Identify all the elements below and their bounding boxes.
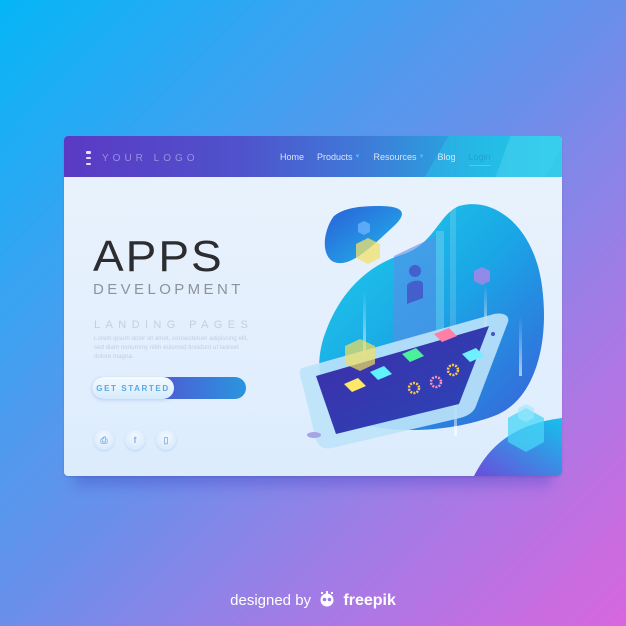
app-tiles — [344, 328, 484, 392]
get-started-button[interactable]: GET STARTED — [92, 377, 174, 399]
cube-pink — [474, 267, 490, 285]
hero-title: APPS — [93, 231, 224, 281]
decor-blob-main — [319, 204, 544, 431]
light-beams — [363, 206, 522, 436]
chevron-down-icon: ▼ — [354, 154, 361, 160]
landing-page-card: YOUR LOGO Home Products ▼ Resources ▼ Blog… — [64, 136, 562, 476]
cube-yellow — [356, 238, 380, 264]
cube-cyan — [508, 408, 544, 452]
app-illustration — [299, 204, 562, 476]
gear-icon — [407, 381, 421, 395]
inbox-icon[interactable]: ⎙ — [94, 430, 114, 450]
credit-prefix: designed by — [230, 592, 312, 609]
nav-item-blog[interactable]: Blog — [437, 152, 455, 162]
hero-body-text: Lorem ipsum dolor sit amet, consectetuer… — [94, 335, 249, 360]
credit-brand[interactable]: freepik — [343, 592, 395, 609]
app-tile — [462, 348, 484, 362]
nav-item-label: Blog — [437, 152, 456, 162]
user-profile-card — [394, 231, 444, 356]
cube-yellow — [345, 339, 375, 371]
nav-menu: Home Products ▼ Resources ▼ Blog Login — [280, 152, 504, 166]
phone-icon[interactable]: ▯ — [156, 430, 176, 450]
hero-tagline: LANDING PAGES — [94, 319, 254, 331]
cube-blue — [358, 221, 370, 235]
facebook-icon[interactable]: f — [125, 430, 145, 450]
gear-icon — [429, 375, 443, 389]
nav-item-label: Resources — [373, 152, 417, 162]
isometric-phone — [299, 313, 509, 449]
floating-cubes — [345, 221, 544, 452]
nav-item-label: Products — [317, 152, 353, 162]
chevron-down-icon: ▼ — [418, 154, 425, 160]
gear-icon — [446, 363, 460, 377]
app-tile — [344, 378, 366, 392]
gear-icons — [407, 363, 460, 395]
app-tile — [402, 348, 424, 362]
app-tile — [370, 366, 392, 380]
nav-item-resources[interactable]: Resources ▼ — [374, 152, 425, 162]
decor-blob-small — [324, 206, 402, 264]
hero-subtitle: DEVELOPMENT — [93, 281, 244, 298]
logo-text: YOUR LOGO — [102, 152, 199, 164]
app-tile — [434, 328, 457, 342]
nav-item-home[interactable]: Home — [280, 152, 304, 162]
login-link[interactable]: Login — [468, 152, 491, 166]
social-links: ⎙ f ▯ — [94, 430, 176, 450]
decor-corner-blob — [474, 418, 562, 476]
nav-item-products[interactable]: Products ▼ — [317, 152, 360, 162]
attribution: designed by freepik — [0, 590, 626, 610]
freepik-logo-icon — [320, 591, 334, 607]
logo[interactable]: YOUR LOGO — [86, 151, 199, 165]
navbar: YOUR LOGO Home Products ▼ Resources ▼ Blog… — [64, 136, 562, 177]
nav-item-label: Home — [280, 152, 305, 162]
menu-bars-icon — [86, 151, 91, 165]
